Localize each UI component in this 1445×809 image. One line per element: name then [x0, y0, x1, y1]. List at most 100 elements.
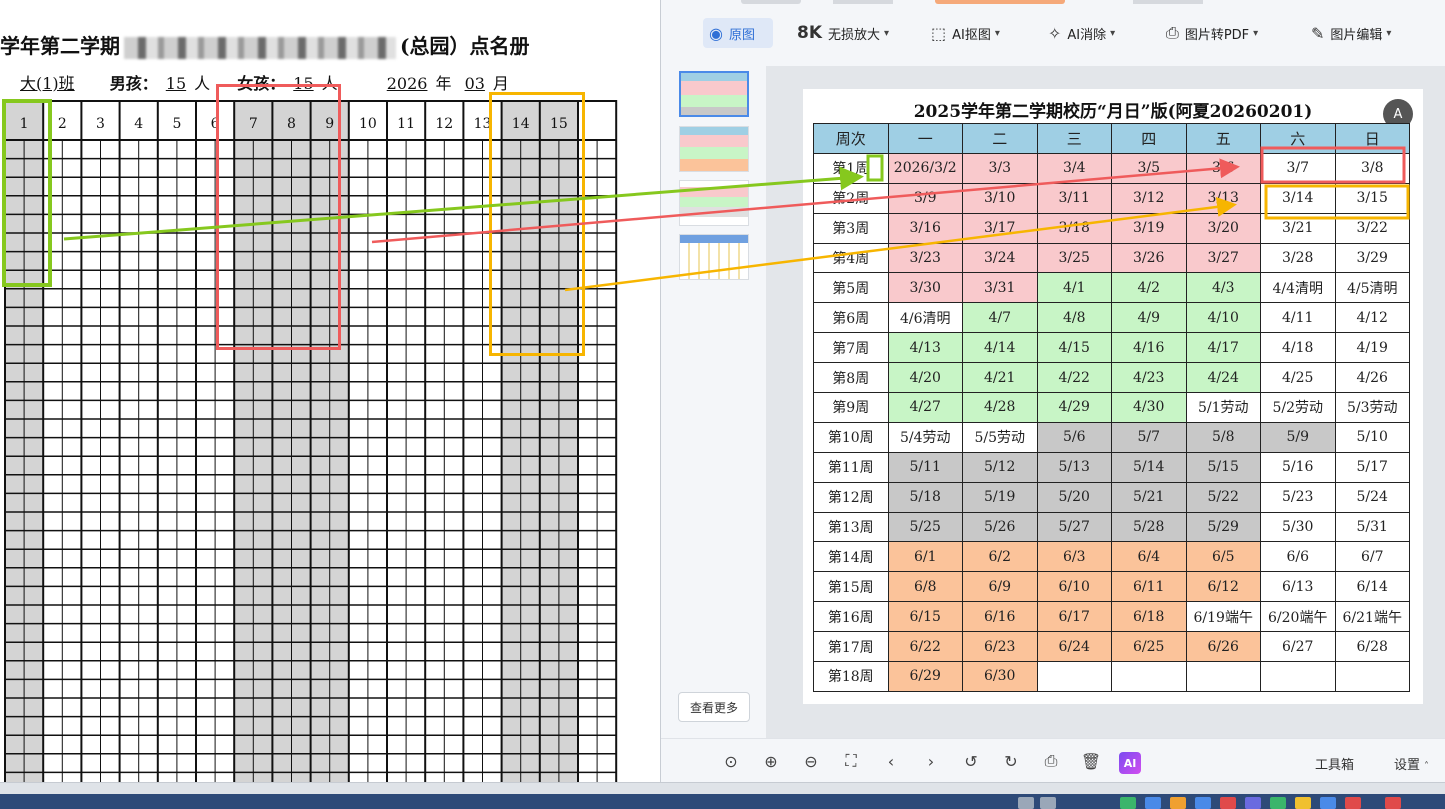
calendar-date-cell: 4/30 — [1111, 392, 1187, 423]
calendar-date-cell: 5/11 — [887, 451, 963, 483]
toolbox-button[interactable]: 工具箱 — [1315, 754, 1354, 773]
calendar-date-cell: 5/25 — [887, 511, 963, 543]
calendar-date-cell: 2026/3/2 — [887, 152, 963, 184]
calendar-date-cell: 4/18 — [1260, 332, 1336, 364]
taskbar-icon[interactable] — [1295, 797, 1311, 809]
previous-icon[interactable]: ‹ — [881, 751, 901, 771]
calendar-header-cell: 三 — [1036, 123, 1112, 154]
ai-cutout-button[interactable]: ⬚ AI抠图 ▾ — [931, 18, 1000, 48]
erase-label: AI消除 — [1067, 27, 1107, 43]
chevron-down-icon: ▾ — [1253, 27, 1259, 39]
calendar-date-cell: 3/21 — [1260, 212, 1336, 244]
calendar-date-cell — [1334, 661, 1410, 692]
taskbar-icon[interactable] — [1145, 797, 1161, 809]
fit-screen-icon[interactable]: ⛶ — [841, 751, 861, 771]
calendar-date-cell: 3/20 — [1185, 212, 1261, 244]
ai-erase-button[interactable]: ✧ AI消除 ▾ — [1048, 18, 1115, 48]
thumbnail-4[interactable] — [679, 234, 749, 280]
week-label: 第18周 — [813, 661, 889, 692]
settings-button[interactable]: 设置 ˄ — [1394, 754, 1429, 773]
next-icon[interactable]: › — [921, 751, 941, 771]
mouse-icon[interactable]: ⊙ — [721, 751, 741, 771]
calendar-date-cell: 6/11 — [1111, 571, 1187, 603]
rotate-left-icon[interactable]: ↺ — [961, 751, 981, 771]
calendar-date-cell: 3/6 — [1185, 152, 1261, 184]
image-eye-icon: ◉ — [709, 23, 723, 43]
day-header-number: 15 — [550, 116, 568, 132]
ai-button[interactable]: AI — [1119, 752, 1141, 774]
calendar-week-row: 第11周 5/11 5/12 5/13 5/14 5/15 5/16 5/17 — [813, 451, 1410, 483]
calendar-date-cell: 3/28 — [1260, 242, 1336, 274]
taskbar-icon[interactable] — [1270, 797, 1286, 809]
year-unit: 年 — [435, 74, 452, 93]
calendar-date-cell: 5/12 — [962, 451, 1038, 483]
taskbar-icon[interactable] — [1220, 797, 1236, 809]
week-label: 第17周 — [813, 631, 889, 663]
calendar-date-cell: 5/9 — [1260, 421, 1336, 453]
calendar-date-cell: 5/19 — [962, 481, 1038, 513]
day-header-number: 10 — [359, 116, 377, 132]
taskbar-icon[interactable] — [1040, 797, 1056, 809]
calendar-date-cell: 5/20 — [1036, 481, 1112, 513]
calendar-header-cell: 一 — [887, 123, 963, 154]
taskbar-icon[interactable] — [1170, 797, 1186, 809]
calendar-date-cell: 3/30 — [887, 272, 963, 304]
thumbnail-3[interactable] — [679, 180, 749, 226]
print-icon[interactable]: ⎙ — [1041, 751, 1061, 771]
delete-icon[interactable]: 🗑 — [1081, 751, 1101, 771]
tab-stub-active[interactable] — [935, 0, 1065, 4]
day-header-number: 12 — [435, 116, 453, 132]
week-label: 第13周 — [813, 511, 889, 543]
calendar-date-cell: 6/9 — [962, 571, 1038, 603]
thumbnail-sidebar: 查看更多 — [661, 66, 766, 738]
taskbar-icon[interactable] — [1345, 797, 1361, 809]
settings-label: 设置 — [1394, 758, 1421, 773]
week-label: 第5周 — [813, 272, 889, 304]
tab-stub[interactable] — [833, 0, 893, 4]
calendar-date-cell: 3/13 — [1185, 182, 1261, 214]
thumbnail-2[interactable] — [679, 126, 749, 172]
image-edit-button[interactable]: ✎ 图片编辑 ▾ — [1311, 18, 1391, 48]
calendar-date-cell: 3/7 — [1260, 152, 1336, 184]
zoom-in-icon[interactable]: ⊕ — [761, 751, 781, 771]
taskbar-icon[interactable] — [1245, 797, 1261, 809]
taskbar-icon[interactable] — [1195, 797, 1211, 809]
original-label: 原图 — [728, 27, 755, 43]
original-image-button[interactable]: ◉ 原图 — [703, 18, 773, 48]
tab-stub[interactable] — [1133, 0, 1203, 4]
view-more-button[interactable]: 查看更多 — [678, 692, 750, 722]
week-label: 第8周 — [813, 362, 889, 394]
calendar-date-cell: 4/8 — [1036, 302, 1112, 334]
calendar-date-cell: 6/17 — [1036, 601, 1112, 633]
calendar-date-cell: 4/29 — [1036, 392, 1112, 423]
calendar-date-cell: 5/29 — [1185, 511, 1261, 543]
calendar-date-cell: 4/10 — [1185, 302, 1261, 334]
tab-stub[interactable] — [741, 0, 801, 4]
enlarge-label: 无损放大 — [828, 27, 881, 43]
taskbar-icon[interactable] — [1320, 797, 1336, 809]
calendar-title: 2025学年第二学期校历“月日”版(阿夏20260201) — [913, 102, 1313, 122]
month-value: 03 — [464, 74, 485, 93]
day-header-number: 14 — [512, 116, 530, 132]
calendar-date-cell: 6/8 — [887, 571, 963, 603]
taskbar-icon[interactable] — [1018, 797, 1034, 809]
image-to-pdf-button[interactable]: ⎙ 图片转PDF ▾ — [1166, 18, 1258, 48]
week-label: 第14周 — [813, 541, 889, 573]
calendar-week-row: 第2周 3/9 3/10 3/11 3/12 3/13 3/14 3/15 — [813, 182, 1410, 214]
day-header-number: 5 — [172, 116, 181, 132]
lossless-enlarge-button[interactable]: 8K 无损放大 ▾ — [797, 18, 889, 48]
zoom-out-icon[interactable]: ⊖ — [801, 751, 821, 771]
calendar-date-cell: 3/16 — [887, 212, 963, 244]
taskbar-icon[interactable] — [1120, 797, 1136, 809]
rotate-right-icon[interactable]: ↻ — [1001, 751, 1021, 771]
chevron-down-icon: ▾ — [1110, 27, 1116, 39]
thumbnail-1-selected[interactable] — [679, 71, 749, 117]
calendar-header-cell: 六 — [1260, 123, 1336, 154]
image-canvas: 2025学年第二学期校历“月日”版(阿夏20260201) A 周次一二三四五六… — [766, 66, 1445, 738]
calendar-date-cell: 6/12 — [1185, 571, 1261, 603]
calendar-date-cell: 6/19端午 — [1185, 601, 1261, 633]
calendar-week-row: 第1周 2026/3/2 3/3 3/4 3/5 3/6 3/7 3/8 — [813, 152, 1410, 184]
calendar-week-row: 第18周 6/29 6/30 — [813, 661, 1410, 692]
taskbar-icon[interactable] — [1385, 797, 1401, 809]
calendar-header-cell: 四 — [1111, 123, 1187, 154]
